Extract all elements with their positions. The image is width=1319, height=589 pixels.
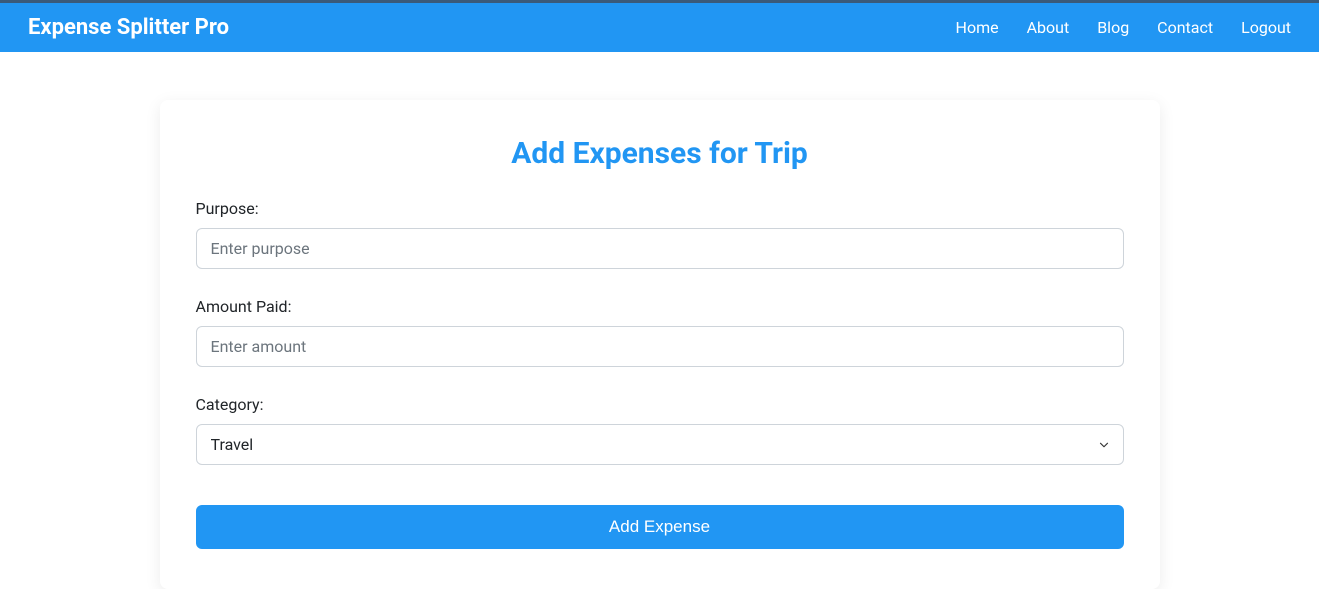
nav-link-logout[interactable]: Logout xyxy=(1241,18,1291,37)
purpose-label: Purpose: xyxy=(196,199,1124,218)
category-select[interactable]: Travel xyxy=(196,424,1124,465)
form-group-purpose: Purpose: xyxy=(196,199,1124,269)
nav-link-contact[interactable]: Contact xyxy=(1157,18,1213,37)
form-group-amount: Amount Paid: xyxy=(196,297,1124,367)
nav-link-home[interactable]: Home xyxy=(956,18,999,37)
category-label: Category: xyxy=(196,395,1124,414)
purpose-input[interactable] xyxy=(196,228,1124,269)
form-group-category: Category: Travel xyxy=(196,395,1124,465)
nav-link-about[interactable]: About xyxy=(1027,18,1070,37)
amount-label: Amount Paid: xyxy=(196,297,1124,316)
nav-links: Home About Blog Contact Logout xyxy=(956,18,1291,37)
amount-input[interactable] xyxy=(196,326,1124,367)
brand-title[interactable]: Expense Splitter Pro xyxy=(28,15,229,40)
nav-link-blog[interactable]: Blog xyxy=(1097,18,1129,37)
navbar: Expense Splitter Pro Home About Blog Con… xyxy=(0,3,1319,52)
page-title: Add Expenses for Trip xyxy=(196,136,1124,171)
form-card: Add Expenses for Trip Purpose: Amount Pa… xyxy=(160,100,1160,589)
add-expense-button[interactable]: Add Expense xyxy=(196,505,1124,549)
